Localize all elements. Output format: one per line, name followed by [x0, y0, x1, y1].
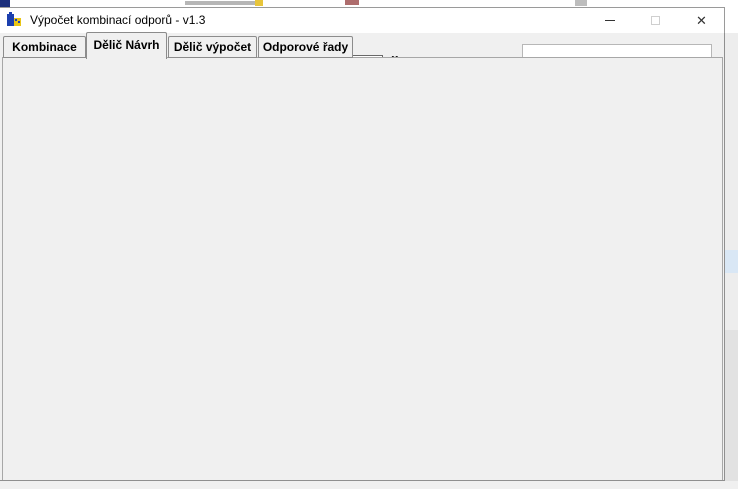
background-window-fragment: [725, 250, 738, 273]
background-area-right: [725, 0, 738, 489]
background-window-fragment: [725, 0, 738, 33]
background-window-fragment: [185, 1, 260, 5]
minimize-button[interactable]: [587, 8, 632, 33]
tab-page-panel: [2, 57, 723, 480]
background-window-fragment: [345, 0, 359, 5]
background-window-fragment: [0, 0, 10, 7]
background-window-fragment: [725, 330, 738, 489]
tab-kombinace[interactable]: Kombinace: [3, 36, 86, 58]
close-icon: ✕: [696, 13, 707, 29]
background-window-fragment: [575, 0, 587, 6]
titlebar: Výpočet kombinací odporů - v1.3 ✕: [0, 7, 725, 33]
background-area-top: [0, 0, 738, 7]
maximize-button: [633, 8, 678, 33]
background-area-bottom: [0, 481, 738, 489]
tab-delic-navrh[interactable]: Dělič Návrh: [86, 32, 167, 59]
maximize-icon: [651, 16, 660, 25]
tab-odporove-rady[interactable]: Odporové řady: [258, 36, 353, 58]
window-title: Výpočet kombinací odporů - v1.3: [30, 8, 205, 33]
application-window: Výpočet kombinací odporů - v1.3 ✕ Kombin…: [0, 0, 738, 489]
tab-delic-vypocet[interactable]: Dělič výpočet: [168, 36, 257, 58]
minimize-icon: [605, 20, 615, 21]
close-button[interactable]: ✕: [679, 8, 724, 33]
app-icon: [7, 12, 23, 28]
background-window-fragment: [255, 0, 263, 6]
